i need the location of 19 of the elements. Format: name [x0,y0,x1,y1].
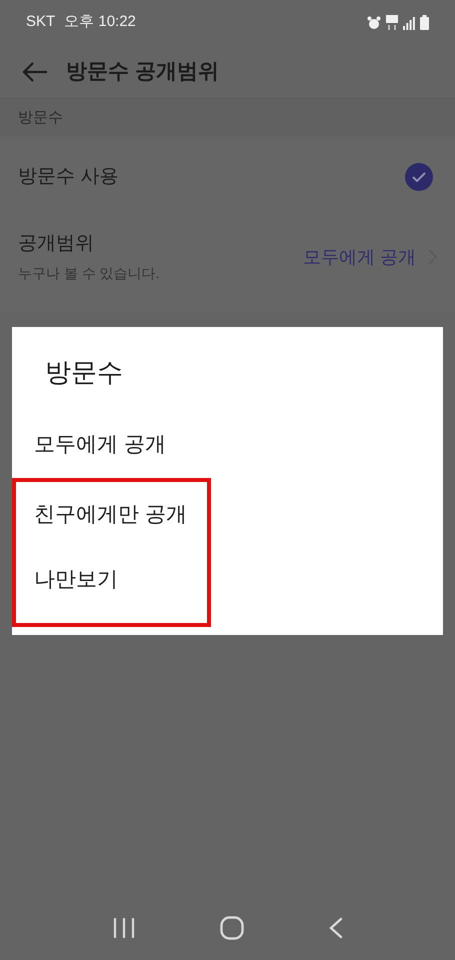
section-title: 방문수 [18,108,63,128]
back-nav-button[interactable] [328,917,342,939]
status-time: 오후 10:22 [64,12,136,32]
setting-label: 방문수 사용 [18,164,120,189]
recent-apps-button[interactable] [112,918,134,938]
back-button[interactable] [22,62,48,82]
home-button[interactable] [220,916,244,940]
option-item[interactable]: 친구에게만 공개 [16,482,207,547]
setting-label: 공개범위 [18,232,95,256]
back-arrow-icon [22,62,48,82]
checkbox[interactable] [405,163,433,191]
check-icon [412,172,426,182]
battery-icon [420,15,429,30]
page-title: 방문수 공개범위 [66,58,219,85]
option-item[interactable]: 모두에게 공개 [12,412,188,478]
signal-icon [403,16,415,30]
carrier-name: SKT [26,12,56,32]
option-item[interactable]: 나만보기 [16,547,207,612]
dialog-title: 방문수 [44,356,124,389]
